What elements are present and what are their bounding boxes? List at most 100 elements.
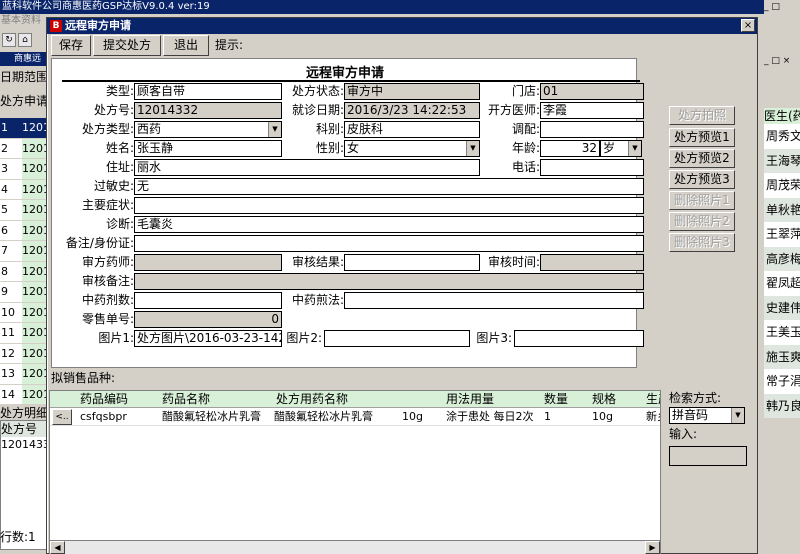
phone-field[interactable] (540, 159, 644, 176)
image2-field[interactable] (324, 330, 470, 347)
image1-field[interactable]: 处方图片\2016-03-23-142520 (134, 330, 282, 347)
list-item[interactable]: 王美玉 (764, 320, 800, 345)
list-item[interactable]: 3 1201 (0, 159, 48, 180)
cell-maker: 新乡 (646, 410, 660, 423)
age-unit-value: 岁 (603, 141, 616, 155)
list-item[interactable]: 常子涓 (764, 369, 800, 394)
gender-label: 性别: (315, 141, 344, 155)
row-number: 6 (0, 220, 22, 240)
chevron-down-icon[interactable]: ▼ (731, 408, 744, 423)
list-item[interactable]: 9 1201 (0, 282, 48, 303)
row-select-button[interactable]: <.. (52, 409, 72, 425)
list-item[interactable]: 14 1201 (0, 384, 48, 405)
chevron-down-icon[interactable]: ▼ (268, 122, 281, 137)
side-button-3[interactable]: 处方预览2 (669, 149, 735, 168)
dialog-title-bar: B 远程审方申请 (47, 18, 757, 34)
row-number: 2 (0, 138, 22, 158)
search-input-label: 输入: (669, 427, 698, 441)
list-item[interactable]: 5 1201 (0, 200, 48, 221)
list-item[interactable]: 11 1201 (0, 323, 48, 344)
list-item[interactable]: 韩乃良 (764, 393, 800, 418)
side-button-2[interactable]: 处方预览1 (669, 128, 735, 147)
row-number: 12 (0, 343, 22, 363)
col-spec[interactable]: 规格 (592, 391, 632, 408)
col-rx-name[interactable]: 处方用药名称 (276, 391, 376, 408)
image1-label: 图片1: (98, 331, 134, 345)
side-button-6[interactable]: 删除照片2 (669, 212, 735, 231)
doctor-window-controls[interactable]: _ □ × (764, 54, 800, 68)
list-item[interactable]: 10 1201 (0, 302, 48, 323)
allergy-field[interactable]: 无 (134, 178, 644, 195)
scroll-right-icon[interactable]: ▶ (645, 541, 660, 554)
diagnosis-label: 诊断: (105, 217, 134, 231)
row-value: 1201 (22, 220, 48, 240)
rx-no-cell[interactable]: 12014332 (1, 437, 47, 453)
chevron-down-icon[interactable]: ▼ (628, 141, 641, 156)
list-item[interactable]: 施玉爽 (764, 344, 800, 369)
store-field: 01 (540, 83, 644, 100)
list-item[interactable]: 12 1201 (0, 343, 48, 364)
refresh-icon[interactable]: ↻ (2, 33, 16, 47)
list-item[interactable]: 2 1201 (0, 138, 48, 159)
bank-icon[interactable]: ⌂ (18, 33, 32, 47)
age-field[interactable]: 32 (540, 140, 600, 157)
list-item[interactable]: 高彦梅 (764, 246, 800, 271)
image3-field[interactable] (514, 330, 644, 347)
side-button-4[interactable]: 处方预览3 (669, 170, 735, 189)
list-item[interactable]: 1 1201 (0, 118, 48, 139)
list-item[interactable]: 王海琴 (764, 148, 800, 173)
list-item[interactable]: 周秀文 (764, 124, 800, 149)
side-button-1[interactable]: 处方拍照 (669, 106, 735, 125)
name-field[interactable]: 张玉静 (134, 140, 282, 157)
list-item[interactable]: 史建伟 (764, 295, 800, 320)
audit-remark-field (134, 273, 644, 290)
list-item[interactable]: 13 1201 (0, 364, 48, 385)
gender-value: 女 (347, 141, 360, 155)
type-field[interactable]: 顾客自带 (134, 83, 282, 100)
remark-id-field[interactable] (134, 235, 644, 252)
list-item[interactable]: 4 1201 (0, 179, 48, 200)
window-controls[interactable]: _ □ (764, 0, 800, 14)
list-item[interactable]: 6 1201 (0, 220, 48, 241)
chevron-down-icon[interactable]: ▼ (466, 141, 479, 156)
row-number: 10 (0, 302, 22, 322)
search-input[interactable] (669, 446, 747, 466)
grid-hscrollbar[interactable]: ◀ ▶ (49, 540, 661, 554)
col-qty[interactable]: 数量 (544, 391, 584, 408)
list-item[interactable]: 王翠萍 (764, 222, 800, 247)
tcm-decoct-field[interactable] (344, 292, 644, 309)
list-item[interactable]: 7 1201 (0, 241, 48, 262)
side-button-7[interactable]: 删除照片3 (669, 233, 735, 252)
diagnosis-field[interactable]: 毛囊炎 (134, 216, 644, 233)
col-code[interactable]: 药品编码 (80, 391, 160, 408)
scroll-left-icon[interactable]: ◀ (50, 541, 65, 554)
app-toolbar: ↻ ⌂ (0, 28, 50, 52)
rx-type-select[interactable]: 西药 ▼ (134, 121, 282, 138)
side-button-5[interactable]: 删除照片1 (669, 191, 735, 210)
tcm-doses-field[interactable] (134, 292, 282, 309)
submit-rx-button[interactable]: 提交处方 (93, 35, 161, 56)
address-field[interactable]: 丽水 (134, 159, 480, 176)
col-usage[interactable]: 用法用量 (446, 391, 516, 408)
table-row[interactable]: <.. csfqsbpr 醋酸氟轻松冰片乳膏 醋酸氟轻松冰片乳膏 10g 涂于患… (50, 408, 660, 426)
gender-select[interactable]: 女 ▼ (344, 140, 480, 157)
exit-button[interactable]: 退出 (163, 35, 209, 56)
list-item[interactable]: 8 1201 (0, 261, 48, 282)
symptom-field[interactable] (134, 197, 644, 214)
save-button[interactable]: 保存 (51, 35, 91, 56)
list-item[interactable]: 周茂荣 (764, 173, 800, 198)
list-item[interactable]: 单秋艳 (764, 197, 800, 222)
cell-usage: 涂于患处 每日2次 (446, 410, 534, 423)
search-method-select[interactable]: 拼音码 ▼ (669, 407, 745, 424)
row-number: 9 (0, 282, 22, 302)
col-maker[interactable]: 生产 (646, 391, 660, 408)
doctor-field[interactable]: 李霞 (540, 102, 644, 119)
col-name[interactable]: 药品名称 (162, 391, 252, 408)
cell-code: csfqsbpr (80, 410, 127, 423)
audit-result-field[interactable] (344, 254, 480, 271)
close-icon[interactable]: × (741, 19, 755, 32)
dispense-field[interactable] (540, 121, 644, 138)
dept-field[interactable]: 皮肤科 (344, 121, 480, 138)
age-unit-select[interactable]: 岁 ▼ (600, 140, 642, 157)
list-item[interactable]: 翟凤超 (764, 271, 800, 296)
